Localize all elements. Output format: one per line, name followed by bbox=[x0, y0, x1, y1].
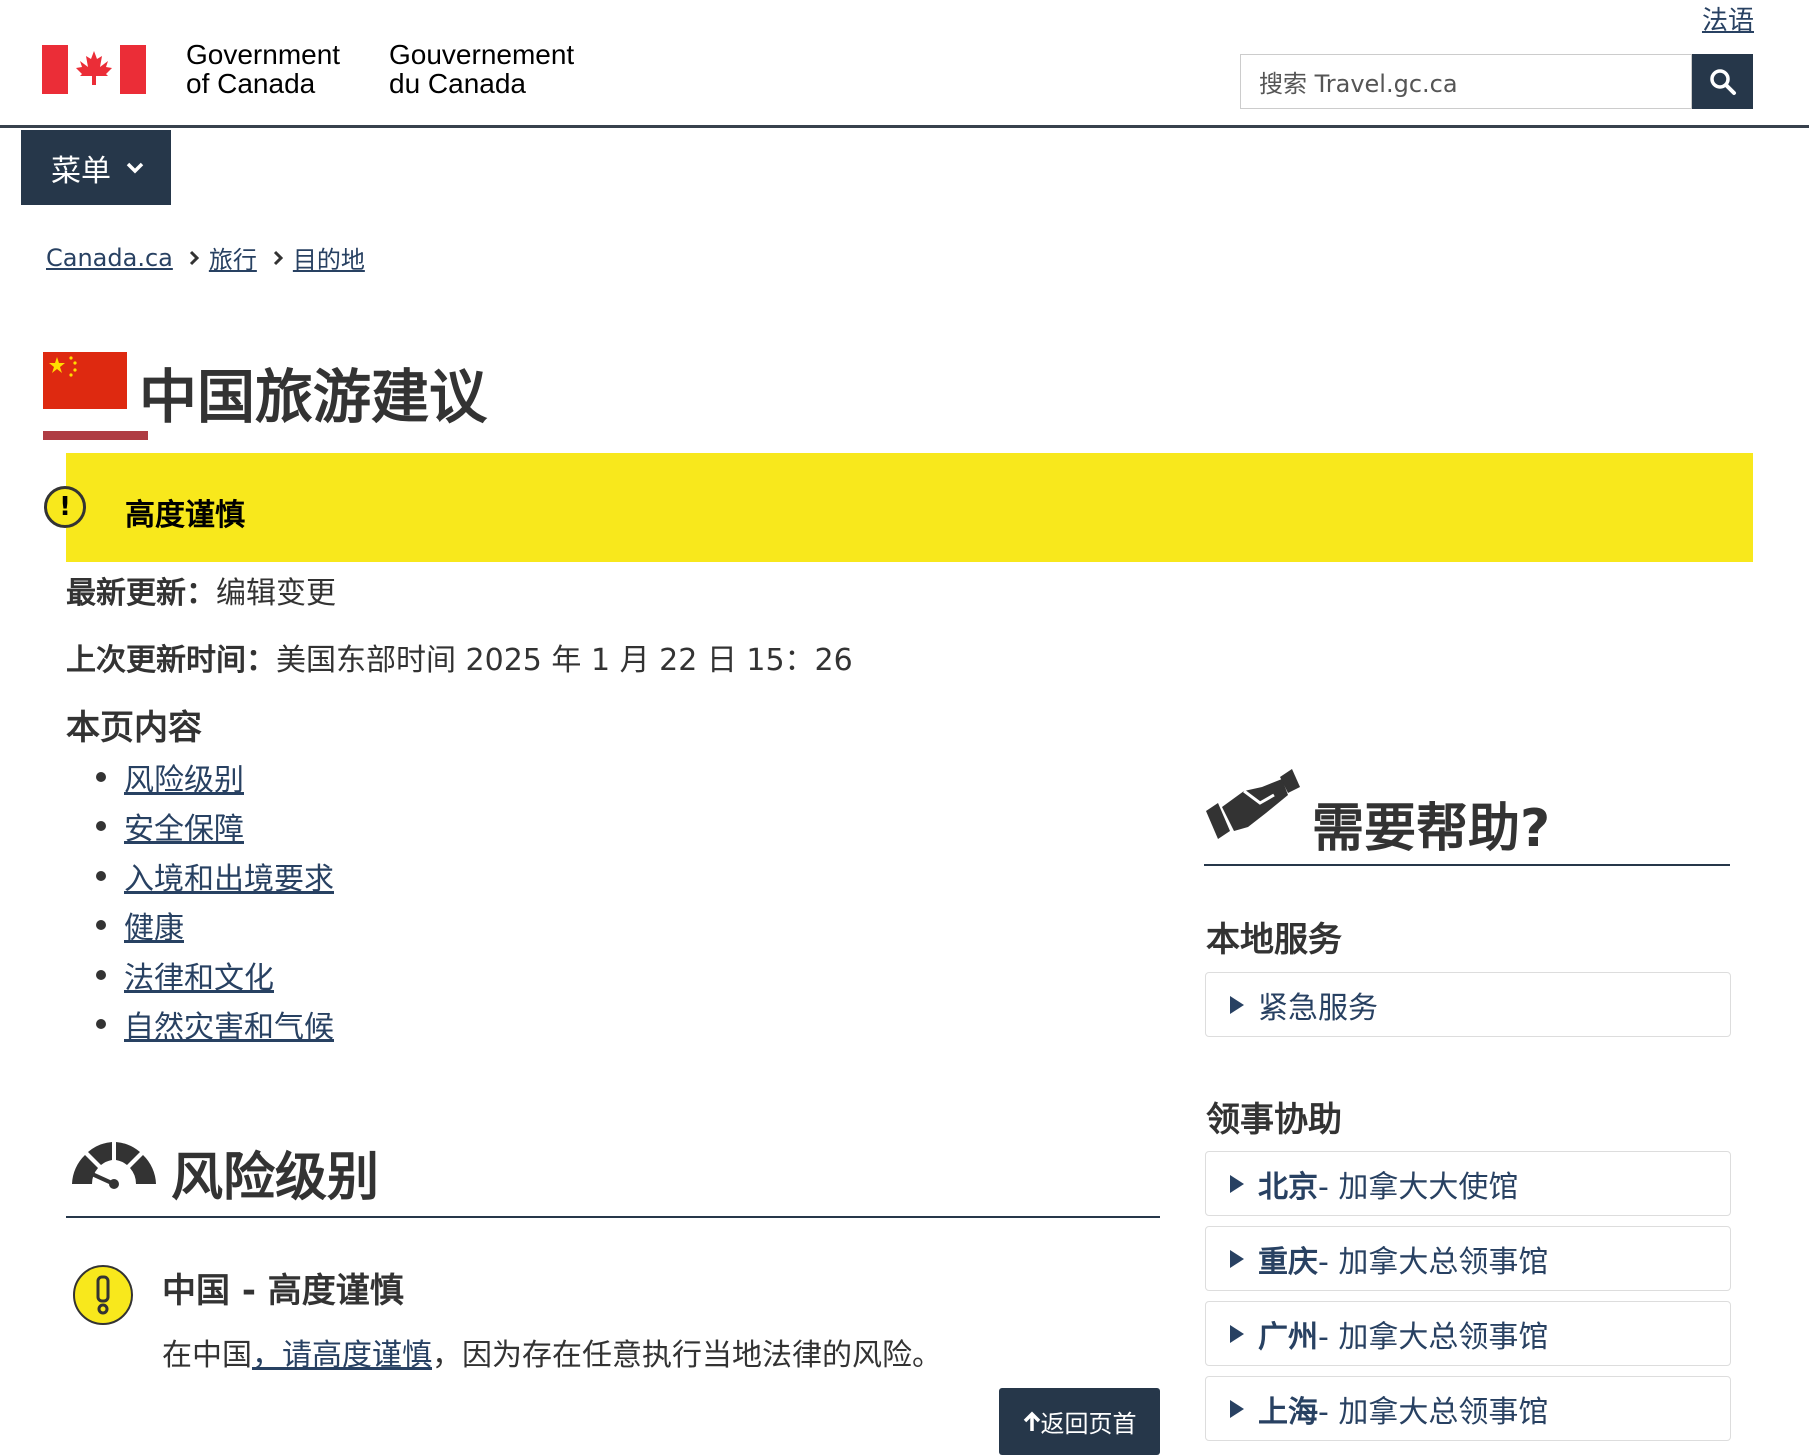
china-flag-icon bbox=[43, 352, 127, 409]
consulate-city: 重庆 bbox=[1258, 1244, 1318, 1280]
signature-french[interactable]: Gouvernement du Canada bbox=[389, 40, 574, 98]
latest-update: 最新更新：编辑变更 bbox=[66, 568, 336, 612]
expand-triangle-icon bbox=[1230, 1174, 1244, 1193]
list-item: 入境和出境要求 bbox=[96, 851, 334, 901]
menu-label: 菜单 bbox=[51, 153, 111, 189]
consulate-shanghai-expander[interactable]: 上海 - 加拿大总领事馆 bbox=[1205, 1376, 1731, 1441]
signature-english[interactable]: Government of Canada bbox=[186, 40, 340, 98]
breadcrumb-travel[interactable]: 旅行 bbox=[209, 240, 257, 275]
search-placeholder: 搜索 Travel.gc.ca bbox=[1259, 70, 1458, 98]
risk-level-title: 中国 - 高度谨慎 bbox=[162, 1271, 404, 1311]
exclamation-icon: ! bbox=[44, 486, 86, 528]
last-updated-label: 上次更新时间： bbox=[66, 643, 276, 678]
list-item: 风险级别 bbox=[96, 752, 334, 802]
latest-update-label: 最新更新： bbox=[66, 576, 216, 611]
signature-fr-line1: Gouvernement bbox=[389, 39, 575, 70]
latest-update-value: 编辑变更 bbox=[216, 576, 336, 611]
section-divider bbox=[66, 1216, 1160, 1218]
search-input[interactable]: 搜索 Travel.gc.ca bbox=[1240, 54, 1692, 109]
section-divider bbox=[1204, 864, 1730, 866]
expand-triangle-icon bbox=[1230, 1399, 1244, 1418]
consulate-office: - 加拿大总领事馆 bbox=[1318, 1244, 1549, 1280]
expand-triangle-icon bbox=[1230, 1249, 1244, 1268]
consulate-chongqing-expander[interactable]: 重庆 - 加拿大总领事馆 bbox=[1205, 1226, 1731, 1291]
alert-text: 高度谨慎 bbox=[125, 498, 245, 533]
toc-link-entry-exit[interactable]: 入境和出境要求 bbox=[124, 854, 334, 898]
last-updated-value: 美国东部时间 2025 年 1 月 22 日 15：26 bbox=[276, 643, 853, 678]
consulate-office: - 加拿大总领事馆 bbox=[1318, 1319, 1549, 1355]
toc-link-health[interactable]: 健康 bbox=[124, 903, 184, 947]
expand-triangle-icon bbox=[1230, 1324, 1244, 1343]
emergency-services-expander[interactable]: 紧急服务 bbox=[1205, 972, 1731, 1037]
list-item: 健康 bbox=[96, 901, 334, 951]
arrow-up-icon bbox=[1023, 1411, 1040, 1431]
toc-link-climate[interactable]: 自然灾害和气候 bbox=[124, 1002, 334, 1046]
consulate-office: - 加拿大总领事馆 bbox=[1318, 1394, 1549, 1430]
page-title: 中国旅游建议 bbox=[139, 363, 488, 431]
list-item: 安全保障 bbox=[96, 802, 334, 852]
risk-desc-link[interactable]: ，请高度谨慎 bbox=[252, 1338, 432, 1373]
toc-link-laws[interactable]: 法律和文化 bbox=[124, 953, 274, 997]
toc-link-risk[interactable]: 风险级别 bbox=[124, 755, 244, 799]
breadcrumb-destinations[interactable]: 目的地 bbox=[293, 240, 365, 275]
toc-title: 本页内容 bbox=[66, 708, 202, 748]
local-services-title: 本地服务 bbox=[1206, 920, 1342, 960]
help-heading: 需要帮助? bbox=[1312, 799, 1551, 859]
chevron-down-icon bbox=[126, 162, 144, 173]
list-item: 法律和文化 bbox=[96, 950, 334, 1000]
last-updated: 上次更新时间：美国东部时间 2025 年 1 月 22 日 15：26 bbox=[66, 635, 853, 679]
back-to-top-label: 返回页首 bbox=[1040, 1410, 1137, 1438]
risk-level-heading: 风险级别 bbox=[171, 1148, 380, 1208]
gauge-icon bbox=[72, 1142, 156, 1189]
canada-flag-icon bbox=[42, 45, 146, 94]
consulate-city: 广州 bbox=[1258, 1319, 1318, 1355]
breadcrumb: Canada.ca 旅行 目的地 bbox=[46, 240, 365, 275]
title-underline bbox=[43, 431, 148, 440]
consulate-city: 北京 bbox=[1258, 1169, 1318, 1205]
back-to-top-button[interactable]: 返回页首 bbox=[999, 1388, 1160, 1455]
signature-fr-line2: du Canada bbox=[389, 68, 527, 99]
risk-desc-suffix: ，因为存在任意执行当地法律的风险。 bbox=[432, 1338, 942, 1373]
menu-button[interactable]: 菜单 bbox=[21, 130, 171, 205]
toc-link-safety[interactable]: 安全保障 bbox=[124, 804, 244, 848]
breadcrumb-canada[interactable]: Canada.ca bbox=[46, 244, 173, 272]
signature-en-line1: Government bbox=[186, 39, 341, 70]
consulate-city: 上海 bbox=[1258, 1394, 1318, 1430]
handshake-icon bbox=[1206, 769, 1300, 839]
search-button[interactable] bbox=[1692, 54, 1753, 109]
consular-assistance-title: 领事协助 bbox=[1206, 1100, 1342, 1140]
chevron-right-icon bbox=[273, 250, 283, 265]
expand-triangle-icon bbox=[1230, 995, 1244, 1014]
site-header: 法语 Government of Canada Gouvernement du … bbox=[0, 0, 1809, 128]
search-icon bbox=[1709, 68, 1736, 95]
risk-desc-prefix: 在中国 bbox=[162, 1338, 252, 1373]
risk-alert-banner bbox=[66, 453, 1753, 562]
risk-description: 在中国，请高度谨慎，因为存在任意执行当地法律的风险。 bbox=[162, 1330, 942, 1374]
chevron-right-icon bbox=[189, 250, 199, 265]
consulate-guangzhou-expander[interactable]: 广州 - 加拿大总领事馆 bbox=[1205, 1301, 1731, 1366]
emergency-services-label: 紧急服务 bbox=[1258, 990, 1378, 1026]
language-toggle-link[interactable]: 法语 bbox=[1702, 0, 1754, 37]
signature-en-line2: of Canada bbox=[186, 68, 316, 99]
consulate-beijing-expander[interactable]: 北京 - 加拿大大使馆 bbox=[1205, 1151, 1731, 1216]
exclamation-icon bbox=[73, 1265, 133, 1325]
consulate-office: - 加拿大大使馆 bbox=[1318, 1169, 1519, 1205]
list-item: 自然灾害和气候 bbox=[96, 1000, 334, 1050]
table-of-contents: 风险级别 安全保障 入境和出境要求 健康 法律和文化 自然灾害和气候 bbox=[96, 752, 334, 1049]
